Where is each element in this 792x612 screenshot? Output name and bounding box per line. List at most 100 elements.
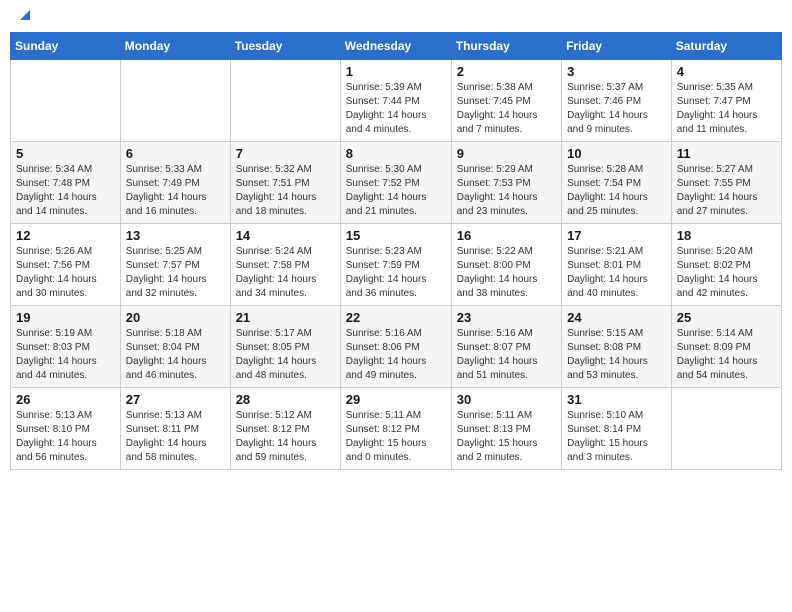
day-number: 3 [567,64,666,79]
calendar-cell: 12Sunrise: 5:26 AM Sunset: 7:56 PM Dayli… [11,224,121,306]
day-info: Sunrise: 5:17 AM Sunset: 8:05 PM Dayligh… [236,327,335,383]
calendar-week-row: 1 Sunrise: 5:39 AM Sunset: 7:44 PM Daylig… [11,60,782,142]
calendar-week-row: 19 Sunrise: 5:19 AM Sunset: 8:03 PM Dayli… [11,306,782,388]
day-info: Sunrise: 5:38 AM Sunset: 7:45 PM Dayligh… [457,81,556,137]
day-info: Sunrise: 5:32 AM Sunset: 7:51 PM Dayligh… [236,163,335,219]
day-number: 7 [236,146,335,161]
calendar-table: SundayMondayTuesdayWednesdayThursdayFrid… [10,32,782,470]
day-number: 27 [126,392,225,407]
calendar-cell: 9 Sunrise: 5:29 AM Sunset: 7:53 PM Daylig… [451,142,561,224]
day-number: 11 [677,146,776,161]
day-number: 1 [346,64,446,79]
day-info: Sunrise: 5:11 AM Sunset: 8:13 PM Dayligh… [457,409,556,465]
calendar-cell: 19 Sunrise: 5:19 AM Sunset: 8:03 PM Dayli… [11,306,121,388]
calendar-cell: 10 Sunrise: 5:28 AM Sunset: 7:54 PM Dayli… [562,142,672,224]
day-info: Sunrise: 5:28 AM Sunset: 7:54 PM Dayligh… [567,163,666,219]
calendar-cell: 16 Sunrise: 5:22 AM Sunset: 8:00 PM Dayli… [451,224,561,306]
calendar-cell: 27 Sunrise: 5:13 AM Sunset: 8:11 PM Dayli… [120,388,230,470]
day-info: Sunrise: 5:22 AM Sunset: 8:00 PM Dayligh… [457,245,556,301]
day-info: Sunrise: 5:37 AM Sunset: 7:46 PM Dayligh… [567,81,666,137]
day-info: Sunrise: 5:21 AM Sunset: 8:01 PM Dayligh… [567,245,666,301]
calendar-cell: 17 Sunrise: 5:21 AM Sunset: 8:01 PM Dayli… [562,224,672,306]
calendar-cell: 1 Sunrise: 5:39 AM Sunset: 7:44 PM Daylig… [340,60,451,142]
day-info: Sunrise: 5:35 AM Sunset: 7:47 PM Dayligh… [677,81,776,137]
weekday-header-sunday: Sunday [11,33,121,60]
day-info: Sunrise: 5:30 AM Sunset: 7:52 PM Dayligh… [346,163,446,219]
calendar-cell: 13Sunrise: 5:25 AM Sunset: 7:57 PM Dayli… [120,224,230,306]
day-number: 10 [567,146,666,161]
day-number: 8 [346,146,446,161]
day-info: Sunrise: 5:24 AM Sunset: 7:58 PM Dayligh… [236,245,335,301]
day-info: Sunrise: 5:11 AM Sunset: 8:12 PM Dayligh… [346,409,446,465]
day-number: 17 [567,228,666,243]
calendar-cell: 6 Sunrise: 5:33 AM Sunset: 7:49 PM Daylig… [120,142,230,224]
calendar-cell [120,60,230,142]
calendar-cell [671,388,781,470]
calendar-cell: 18Sunrise: 5:20 AM Sunset: 8:02 PM Dayli… [671,224,781,306]
day-number: 5 [16,146,115,161]
day-number: 14 [236,228,335,243]
day-info: Sunrise: 5:39 AM Sunset: 7:44 PM Dayligh… [346,81,446,137]
weekday-header-monday: Monday [120,33,230,60]
day-number: 15 [346,228,446,243]
calendar-cell: 22Sunrise: 5:16 AM Sunset: 8:06 PM Dayli… [340,306,451,388]
day-number: 19 [16,310,115,325]
calendar-cell [230,60,340,142]
day-number: 30 [457,392,556,407]
day-number: 26 [16,392,115,407]
calendar-cell [11,60,121,142]
calendar-cell: 30 Sunrise: 5:11 AM Sunset: 8:13 PM Dayli… [451,388,561,470]
day-number: 25 [677,310,776,325]
day-info: Sunrise: 5:16 AM Sunset: 8:07 PM Dayligh… [457,327,556,383]
day-number: 21 [236,310,335,325]
page-header [10,10,782,24]
day-number: 24 [567,310,666,325]
day-number: 28 [236,392,335,407]
day-info: Sunrise: 5:13 AM Sunset: 8:10 PM Dayligh… [16,409,115,465]
logo [14,10,34,24]
calendar-cell: 26 Sunrise: 5:13 AM Sunset: 8:10 PM Dayli… [11,388,121,470]
day-number: 6 [126,146,225,161]
weekday-header-friday: Friday [562,33,672,60]
calendar-cell: 8 Sunrise: 5:30 AM Sunset: 7:52 PM Daylig… [340,142,451,224]
day-info: Sunrise: 5:13 AM Sunset: 8:11 PM Dayligh… [126,409,225,465]
day-info: Sunrise: 5:23 AM Sunset: 7:59 PM Dayligh… [346,245,446,301]
calendar-cell: 11Sunrise: 5:27 AM Sunset: 7:55 PM Dayli… [671,142,781,224]
day-number: 31 [567,392,666,407]
calendar-cell: 7 Sunrise: 5:32 AM Sunset: 7:51 PM Daylig… [230,142,340,224]
day-info: Sunrise: 5:20 AM Sunset: 8:02 PM Dayligh… [677,245,776,301]
day-info: Sunrise: 5:19 AM Sunset: 8:03 PM Dayligh… [16,327,115,383]
day-info: Sunrise: 5:16 AM Sunset: 8:06 PM Dayligh… [346,327,446,383]
day-info: Sunrise: 5:15 AM Sunset: 8:08 PM Dayligh… [567,327,666,383]
weekday-header-saturday: Saturday [671,33,781,60]
day-number: 13 [126,228,225,243]
day-info: Sunrise: 5:10 AM Sunset: 8:14 PM Dayligh… [567,409,666,465]
calendar-cell: 3 Sunrise: 5:37 AM Sunset: 7:46 PM Daylig… [562,60,672,142]
day-info: Sunrise: 5:18 AM Sunset: 8:04 PM Dayligh… [126,327,225,383]
day-number: 23 [457,310,556,325]
day-number: 29 [346,392,446,407]
weekday-header-tuesday: Tuesday [230,33,340,60]
day-number: 9 [457,146,556,161]
calendar-cell: 20 Sunrise: 5:18 AM Sunset: 8:04 PM Dayli… [120,306,230,388]
day-info: Sunrise: 5:29 AM Sunset: 7:53 PM Dayligh… [457,163,556,219]
day-number: 20 [126,310,225,325]
weekday-header-thursday: Thursday [451,33,561,60]
calendar-cell: 29 Sunrise: 5:11 AM Sunset: 8:12 PM Dayli… [340,388,451,470]
day-info: Sunrise: 5:26 AM Sunset: 7:56 PM Dayligh… [16,245,115,301]
day-info: Sunrise: 5:14 AM Sunset: 8:09 PM Dayligh… [677,327,776,383]
day-number: 16 [457,228,556,243]
calendar-week-row: 5Sunrise: 5:34 AM Sunset: 7:48 PM Daylig… [11,142,782,224]
calendar-cell: 25 Sunrise: 5:14 AM Sunset: 8:09 PM Dayli… [671,306,781,388]
calendar-cell: 28 Sunrise: 5:12 AM Sunset: 8:12 PM Dayli… [230,388,340,470]
calendar-cell: 14 Sunrise: 5:24 AM Sunset: 7:58 PM Dayli… [230,224,340,306]
day-info: Sunrise: 5:33 AM Sunset: 7:49 PM Dayligh… [126,163,225,219]
calendar-week-row: 12Sunrise: 5:26 AM Sunset: 7:56 PM Dayli… [11,224,782,306]
calendar-cell: 5Sunrise: 5:34 AM Sunset: 7:48 PM Daylig… [11,142,121,224]
calendar-cell: 2Sunrise: 5:38 AM Sunset: 7:45 PM Daylig… [451,60,561,142]
calendar-cell: 21 Sunrise: 5:17 AM Sunset: 8:05 PM Dayli… [230,306,340,388]
logo-arrow-icon [16,6,34,24]
calendar-header-row: SundayMondayTuesdayWednesdayThursdayFrid… [11,33,782,60]
day-info: Sunrise: 5:12 AM Sunset: 8:12 PM Dayligh… [236,409,335,465]
calendar-cell: 31 Sunrise: 5:10 AM Sunset: 8:14 PM Dayli… [562,388,672,470]
